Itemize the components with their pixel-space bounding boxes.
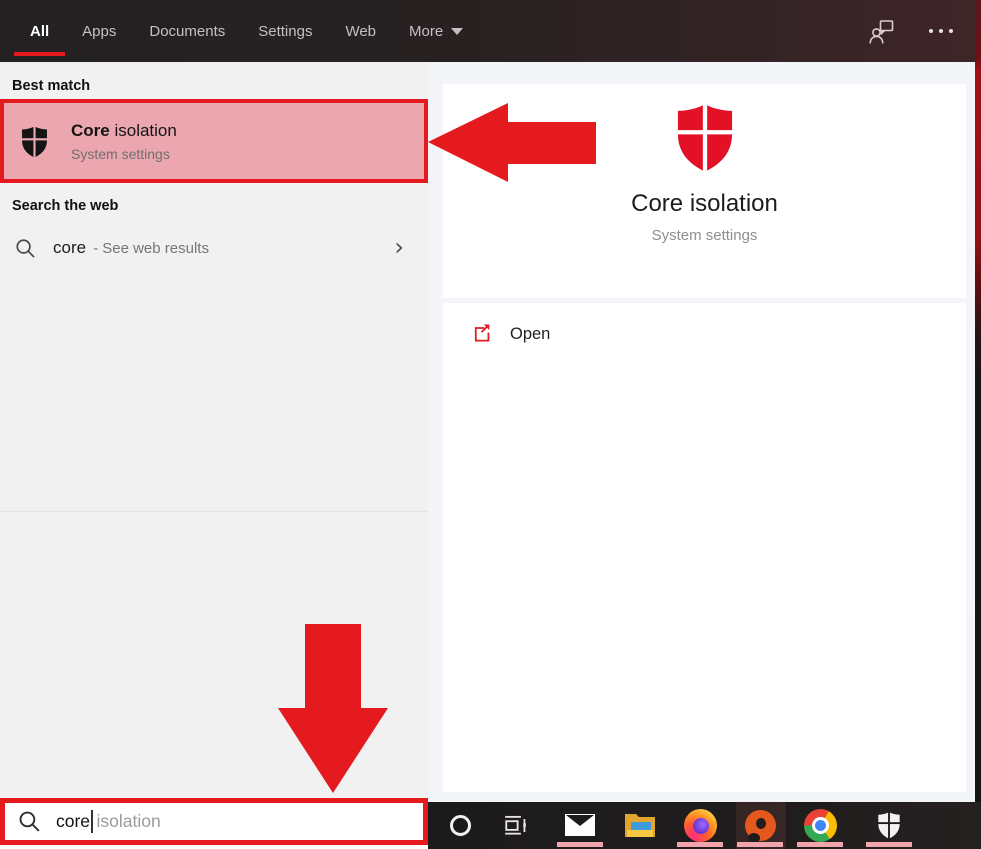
running-indicator [797,842,843,847]
running-indicator [677,842,723,847]
text-cursor [91,810,93,833]
search-suggestion-text: isolation [97,811,161,832]
best-match-section-label: Best match [12,78,90,94]
search-icon [15,238,36,259]
preview-title: Core isolation [443,190,966,218]
open-action[interactable]: Open [443,303,643,344]
web-suffix-text: - See web results [93,240,209,257]
search-box-region: core isolation [0,798,428,849]
task-view-icon [503,812,529,838]
mail-icon [564,812,596,838]
defender-shield-icon [667,99,743,175]
defender-shield-icon [17,124,52,159]
taskbar-item-origin[interactable] [742,807,778,843]
tab-all[interactable]: All [30,0,49,62]
tab-more[interactable]: More [409,0,463,62]
preview-subtitle: System settings [443,227,966,244]
taskbar-item-mail[interactable] [562,807,598,843]
running-indicator [866,842,912,847]
taskbar-item-windows-security[interactable] [871,807,907,843]
open-external-icon [472,324,492,344]
web-search-result[interactable]: core - See web results › [0,225,428,271]
tab-documents[interactable]: Documents [149,0,225,62]
annotation-arrow-left [428,101,598,185]
desktop-wallpaper-sliver [975,0,981,802]
web-section-label: Search the web [12,198,118,214]
search-icon [18,810,41,833]
preview-actions-card: Open [443,303,966,792]
taskbar-item-firefox[interactable] [682,807,718,843]
taskbar-item-task-view[interactable] [498,807,534,843]
best-match-result-core-isolation[interactable]: Core isolation System settings [0,99,428,183]
chrome-icon [804,809,837,842]
chevron-down-icon [451,28,463,35]
taskbar-item-cortana[interactable] [442,807,478,843]
firefox-icon [684,809,717,842]
panel-divider [0,511,428,512]
result-subtitle: System settings [71,146,177,162]
annotation-arrow-down [276,624,390,794]
search-flyout: All Apps Documents Settings Web More [0,0,981,849]
tab-web[interactable]: Web [345,0,376,62]
defender-shield-icon [874,810,904,840]
result-title: Core isolation [71,121,177,141]
origin-icon [745,810,776,841]
running-indicator [737,842,783,847]
filter-tabs: All Apps Documents Settings Web More [0,0,981,62]
open-label: Open [510,325,550,344]
web-query-text: core [53,238,86,258]
taskbar-item-chrome[interactable] [802,807,838,843]
file-explorer-icon [623,810,657,840]
running-indicator [557,842,603,847]
search-input[interactable]: core isolation [0,798,428,845]
feedback-person-chat-icon[interactable] [868,18,895,45]
taskbar-item-file-explorer[interactable] [622,807,658,843]
chevron-right-icon: › [394,235,404,259]
tab-settings[interactable]: Settings [258,0,312,62]
cortana-icon [450,815,471,836]
tab-apps[interactable]: Apps [82,0,116,62]
search-filter-bar: All Apps Documents Settings Web More [0,0,981,62]
ellipsis-icon[interactable] [929,29,953,33]
search-typed-text: core [56,811,90,832]
taskbar [428,802,981,849]
